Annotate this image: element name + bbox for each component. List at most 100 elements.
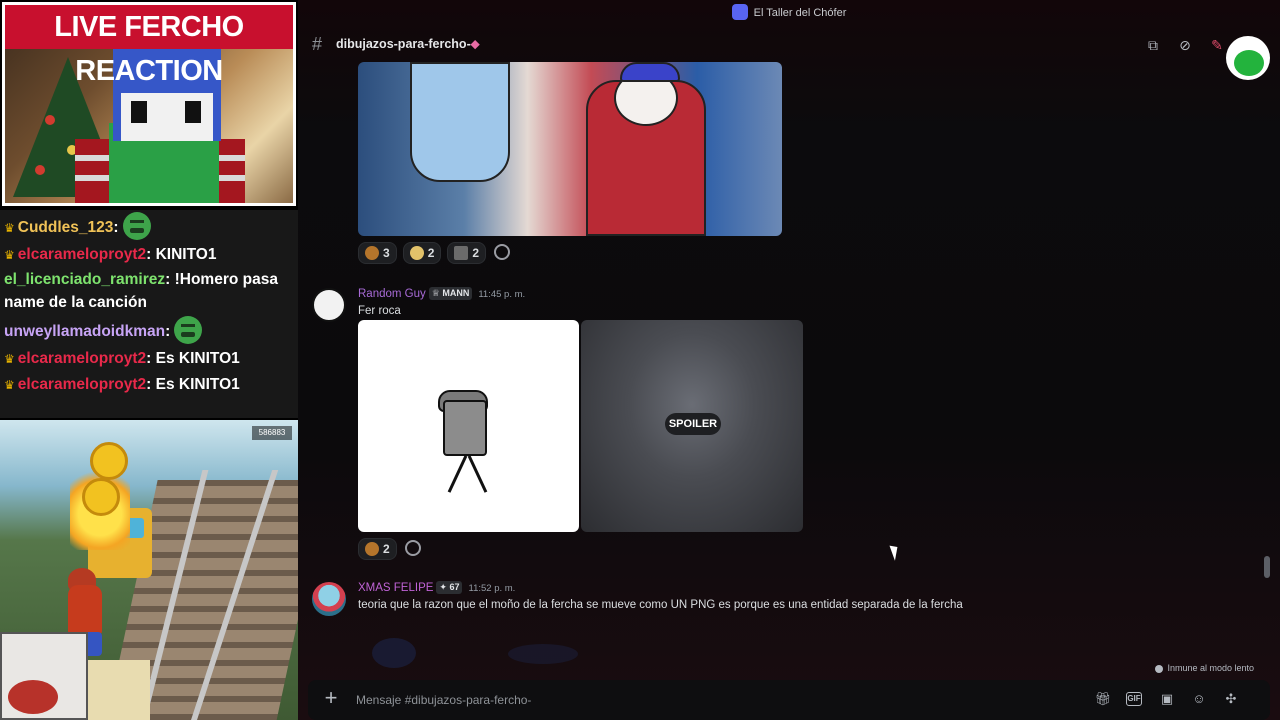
green-emote-icon [122,212,151,240]
server-name: El Taller del Chófer [753,7,847,19]
reaction-button[interactable]: 2 [402,242,442,264]
chat-username: elcarameloproyt2 [17,246,147,263]
runner-character [68,585,102,635]
reaction-count: 2 [472,246,480,260]
user-tag-text: MANN [442,288,470,298]
sticker-icon[interactable]: ▣ [1158,690,1176,708]
chat-message: el_licenciado_ramirez: !Homero pasa name… [4,271,278,311]
reaction-count: 2 [383,542,390,556]
doodle-body [443,400,487,456]
attach-plus-button[interactable]: + [320,687,342,710]
faded-image-preview [508,644,578,664]
message-list[interactable]: 3 2 2 Random Guy ♕ MANN 11:45 p. m. Fer roca… [298,62,1258,674]
chat-message: ♛ elcarameloproyt2: KINITO1 [4,242,294,268]
emoji-reaction-icon [454,245,469,260]
emoji-reaction-icon [365,245,379,260]
pin-icon[interactable]: ✎ [1208,36,1226,54]
coin [82,478,120,516]
hash-icon: # [312,34,323,54]
add-reaction-icon[interactable] [404,539,421,556]
drawing-figure [410,62,510,182]
crown-icon: ♛ [4,221,15,236]
faded-image-preview [372,638,416,668]
doodle-leg [467,455,488,493]
emoji-reaction-icon [409,245,424,260]
gif-icon[interactable]: GIF [1126,692,1142,706]
reaction-count: 3 [383,246,390,260]
chat-username: elcarameloproyt2 [17,350,147,367]
channel-header: # dibujazos-para-fercho-⬥ ⧉ ⊘ ✎ [298,28,1280,80]
timestamp: 11:52 p. m. [468,583,516,594]
reaction-bar: 3 2 2 [358,242,511,266]
chat-username: Cuddles_123 [17,219,114,237]
green-emote-icon [174,316,203,344]
gift-icon[interactable]: 🎁︎ [1094,690,1112,708]
chat-message: ♛ elcarameloproyt2: Es KINITO1 [4,346,294,372]
chat-text: Es KINITO1 [155,350,240,367]
chat-message: unweyllamadoidkman: [4,316,294,346]
message-text: Fer roca [358,305,401,317]
message-header: XMAS FELIPE ✦ 67 11:52 p. m. [358,581,516,595]
emoji-icon[interactable]: ☺ [1190,690,1208,708]
webcam-frame: LIVE FERCHO REACTION [2,2,296,206]
avatar[interactable] [312,288,346,322]
message-xmas-felipe: XMAS FELIPE ✦ 67 11:52 p. m. teoria que la… [298,578,1258,674]
spoiler-image-attachment[interactable]: SPOILER [581,320,803,532]
threads-icon[interactable]: ⧉ [1144,36,1162,54]
avatar[interactable] [312,582,346,616]
avatar-eye [131,101,147,123]
reaction-button[interactable]: 2 [447,242,487,264]
author-name[interactable]: XMAS FELIPE [358,582,433,594]
coin [90,442,128,480]
drawing-image-attachment[interactable] [358,62,782,236]
chat-text: Es KINITO1 [155,376,240,393]
mute-icon[interactable]: ⊘ [1176,36,1194,54]
message-input[interactable] [356,686,1076,714]
server-icon [731,4,748,21]
channel-name-text: dibujazos-para-fercho- [336,37,471,51]
ornament [35,165,45,175]
reaction-bar: 2 [358,538,421,562]
slowmode-text: Inmune al modo lento [1167,663,1254,673]
crown-icon: ♛ [4,352,15,366]
avatar-eye [185,101,201,123]
doodle-leg [447,455,468,493]
mini-camera [0,632,88,720]
reaction-count: 2 [427,246,435,260]
game-score: 586883 [252,426,292,440]
author-name[interactable]: Random Guy [358,288,426,300]
doodle-image-attachment[interactable] [358,320,579,532]
window-titlebar: El Taller del Chófer [298,0,1280,26]
chat-text: KINITO1 [155,246,217,263]
stream-title: LIVE FERCHO REACTION [5,5,293,87]
drawing-hair [620,62,680,82]
apps-icon[interactable]: ✣ [1222,690,1240,708]
reaction-button[interactable]: 2 [358,538,397,560]
stream-overlay: LIVE FERCHO REACTION ♛ Cuddles_123: ♛ elca… [0,0,298,720]
chat-message: ♛ Cuddles_123: [4,212,294,242]
channel-name[interactable]: dibujazos-para-fercho-⬥ [336,37,480,52]
chat-username: unweyllamadoidkman [4,323,166,341]
message-header: Random Guy ♕ MANN 11:45 p. m. [358,287,526,301]
slowmode-indicator: Inmune al modo lento [1155,663,1254,673]
discord-window: El Taller del Chófer # dibujazos-para-fe… [298,0,1280,720]
subway-surfers-gameplay: 586883 [0,420,298,720]
message-text: teoria que la razon que el moño de la fe… [358,599,963,611]
timestamp: 11:45 p. m. [478,289,526,300]
scrollbar-thumb[interactable] [1264,556,1270,578]
message-composer: + 🎁︎ GIF ▣ ☺ ✣ [308,680,1270,720]
user-tag: ✦ 67 [436,581,463,594]
crown-icon: ♛ [4,248,15,262]
emoji-reaction-icon [365,541,379,556]
add-reaction-icon[interactable] [494,243,511,260]
stream-chat: ♛ Cuddles_123: ♛ elcarameloproyt2: KINITO1… [0,210,298,418]
chat-message: ♛ elcarameloproyt2: Es KINITO1 [4,372,294,398]
chat-username: elcarameloproyt2 [17,376,147,393]
crown-icon: ♛ [4,378,15,392]
pill-icon: ⬥ [470,37,480,51]
clock-icon [1155,664,1164,673]
spoiler-label[interactable]: SPOILER [665,413,721,435]
chat-username: el_licenciado_ramirez [4,271,166,288]
reaction-button[interactable]: 3 [358,242,397,264]
ornament [45,115,55,125]
